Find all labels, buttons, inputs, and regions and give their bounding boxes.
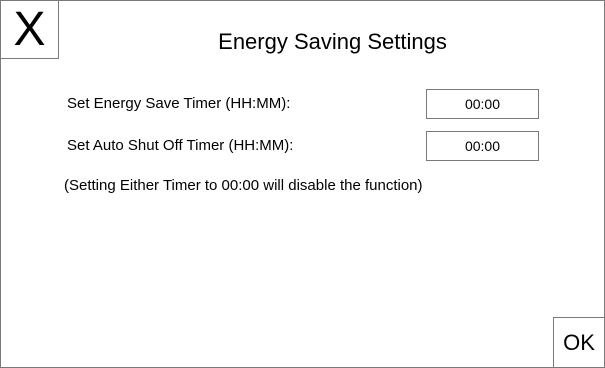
auto-shut-off-timer-input[interactable]	[426, 131, 539, 161]
page-title: Energy Saving Settings	[218, 29, 447, 54]
energy-save-timer-label: Set Energy Save Timer (HH:MM):	[67, 95, 291, 112]
ok-button[interactable]: OK	[553, 317, 604, 367]
energy-saving-dialog: X Energy Saving Settings Set Energy Save…	[0, 0, 605, 368]
energy-save-timer-input[interactable]	[426, 89, 539, 119]
close-button[interactable]: X	[1, 1, 59, 59]
timer-disable-note: (Setting Either Timer to 00:00 will disa…	[64, 177, 423, 194]
auto-shut-off-timer-label: Set Auto Shut Off Timer (HH:MM):	[67, 137, 294, 154]
